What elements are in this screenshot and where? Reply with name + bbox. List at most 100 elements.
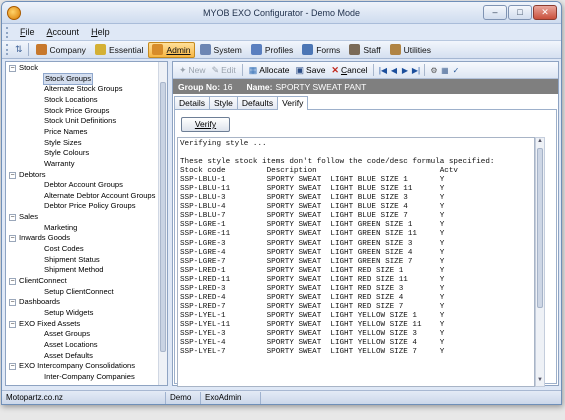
tree-item[interactable]: Setup ClientConnect (6, 287, 158, 298)
window-title: MYOB EXO Configurator - Demo Mode (202, 8, 361, 18)
tab-defaults[interactable]: Defaults (236, 96, 279, 109)
tools-icon[interactable]: ⚙ (428, 66, 439, 75)
tree-item[interactable]: Stock Price Groups (6, 106, 158, 117)
tree-item[interactable]: Debtor Price Policy Groups (6, 201, 158, 212)
building-icon (35, 44, 47, 55)
tree-label: Debtor Price Policy Groups (44, 201, 136, 211)
tree-item[interactable]: Inter-Company Companies (6, 372, 158, 383)
toolbar-staff-button[interactable]: Staff (345, 42, 384, 58)
tree-label: Stock Groups (42, 72, 94, 86)
tree-item[interactable]: Cost Codes (6, 244, 158, 255)
toolbar-profiles-button[interactable]: Profiles (247, 42, 297, 58)
menu-account[interactable]: Account (41, 27, 86, 37)
tree-group[interactable]: − Stock (6, 63, 158, 74)
gears-icon (94, 44, 106, 55)
collapse-toggle-icon[interactable]: − (9, 171, 16, 179)
last-record-icon[interactable]: ▶| (410, 66, 421, 75)
new-button[interactable]: ✦ New (176, 63, 209, 77)
tree-item[interactable]: Stock Groups (6, 72, 158, 86)
prev-record-icon[interactable]: ◀ (388, 66, 399, 75)
tree-scrollbar-thumb[interactable] (160, 82, 166, 352)
tree-scrollbar[interactable] (158, 62, 167, 385)
grid-icon[interactable]: ▦ (439, 66, 450, 75)
customize-toolbar-icon[interactable]: ⇅ (15, 44, 23, 55)
tree-label: Setup Widgets (44, 307, 94, 317)
tree-item[interactable]: Price Names (6, 127, 158, 138)
tree-group[interactable]: − Inwards Goods (6, 233, 158, 244)
log-scrollbar[interactable]: ▲ ▼ (535, 137, 545, 387)
record-tabs: Details Style Defaults Verify (174, 96, 309, 110)
log-scrollbar-thumb[interactable] (537, 148, 543, 308)
tab-details[interactable]: Details (174, 96, 210, 109)
tree-item[interactable]: Style Colours (6, 148, 158, 159)
tree-label: Price Names (44, 126, 88, 136)
menu-help[interactable]: Help (85, 27, 116, 37)
verify-button[interactable]: Verify (181, 117, 230, 132)
tree-item[interactable]: Stock Locations (6, 95, 158, 106)
tree-label: Asset Groups (44, 329, 91, 339)
navigation-tree[interactable]: − Stock Stock Groups Alternate Stock Groups… (5, 61, 168, 386)
toolbar-button-label: Admin (166, 44, 191, 55)
save-disk-icon: ▣ (295, 64, 305, 75)
close-button[interactable]: ✕ (533, 5, 557, 20)
tree-group[interactable]: − Dashboards (6, 297, 158, 308)
group-no-label: Group No: (178, 81, 221, 92)
tree-item[interactable]: Asset Groups (6, 329, 158, 340)
tree-item[interactable]: Alternate Debtor Account Groups (6, 191, 158, 202)
toolbar-admin-button[interactable]: Admin (148, 41, 195, 58)
tree-group[interactable]: − Sales (6, 212, 158, 223)
verify-log[interactable]: Verifying style ... These style stock it… (177, 137, 535, 387)
toolbar-system-button[interactable]: System (196, 42, 246, 58)
tree-label: Shipment Status (44, 254, 100, 264)
tree-item[interactable]: Asset Defaults (6, 351, 158, 362)
tree-item[interactable]: Shipment Method (6, 265, 158, 276)
tree-label: Inwards Goods (19, 233, 71, 243)
toolbar-company-button[interactable]: Company (32, 42, 90, 58)
tab-verify[interactable]: Verify (277, 96, 309, 110)
collapse-toggle-icon[interactable]: − (9, 214, 16, 222)
tree-item[interactable]: Setup Widgets (6, 308, 158, 319)
tree-item[interactable]: Stock Unit Definitions (6, 116, 158, 127)
tree-item[interactable]: Asset Locations (6, 340, 158, 351)
tree-label: Alternate Debtor Account Groups (44, 190, 156, 200)
tree-item[interactable]: Style Sizes (6, 138, 158, 149)
collapse-toggle-icon[interactable]: − (9, 235, 16, 243)
tree-group[interactable]: − ClientConnect (6, 276, 158, 287)
toolbar-grip[interactable] (6, 26, 10, 38)
toolbar-essential-button[interactable]: Essential (91, 42, 148, 58)
utilities-icon (389, 44, 401, 55)
minimize-button[interactable]: – (483, 5, 507, 20)
tree-item[interactable]: Shipment Status (6, 255, 158, 266)
menu-file[interactable]: File (14, 27, 41, 37)
checkmark-icon[interactable]: ✓ (450, 66, 461, 75)
collapse-toggle-icon[interactable]: − (9, 363, 16, 371)
collapse-toggle-icon[interactable]: − (9, 278, 16, 285)
collapse-toggle-icon[interactable]: − (9, 65, 16, 72)
toolbar-grip[interactable] (6, 44, 10, 55)
tree-group[interactable]: − EXO Intercompany Consolidations (6, 361, 158, 372)
tab-style[interactable]: Style (208, 96, 238, 109)
toolbar-utilities-button[interactable]: Utilities (386, 42, 435, 58)
record-header: Group No: 16 Name: SPORTY SWEAT PANT (173, 79, 558, 94)
tree-item[interactable]: Debtor Account Groups (6, 180, 158, 191)
scroll-down-icon[interactable]: ▼ (536, 377, 544, 386)
tree-item[interactable]: Alternate Stock Groups (6, 84, 158, 95)
save-button[interactable]: ▣ Save (293, 63, 329, 77)
next-record-icon[interactable]: ▶ (399, 66, 410, 75)
toolbar-forms-button[interactable]: Forms (298, 42, 344, 58)
edit-button[interactable]: ✎ Edit (209, 63, 239, 77)
tree-label: Stock Unit Definitions (44, 116, 117, 126)
tree-item[interactable]: Warranty (6, 159, 158, 170)
maximize-button[interactable]: □ (508, 5, 532, 20)
tree-group[interactable]: − EXO Fixed Assets (6, 319, 158, 330)
tree-label: Style Colours (44, 148, 90, 158)
status-company: Motopartz.co.nz (2, 391, 166, 404)
cancel-button[interactable]: ✕ Cancel (328, 63, 370, 77)
collapse-toggle-icon[interactable]: − (9, 320, 16, 328)
first-record-icon[interactable]: |◀ (377, 66, 388, 75)
collapse-toggle-icon[interactable]: − (9, 299, 16, 307)
tree-group[interactable]: − Debtors (6, 170, 158, 181)
scroll-up-icon[interactable]: ▲ (536, 138, 544, 147)
tree-item[interactable]: Marketing (6, 223, 158, 234)
allocate-button[interactable]: ▦ Allocate (246, 63, 293, 77)
